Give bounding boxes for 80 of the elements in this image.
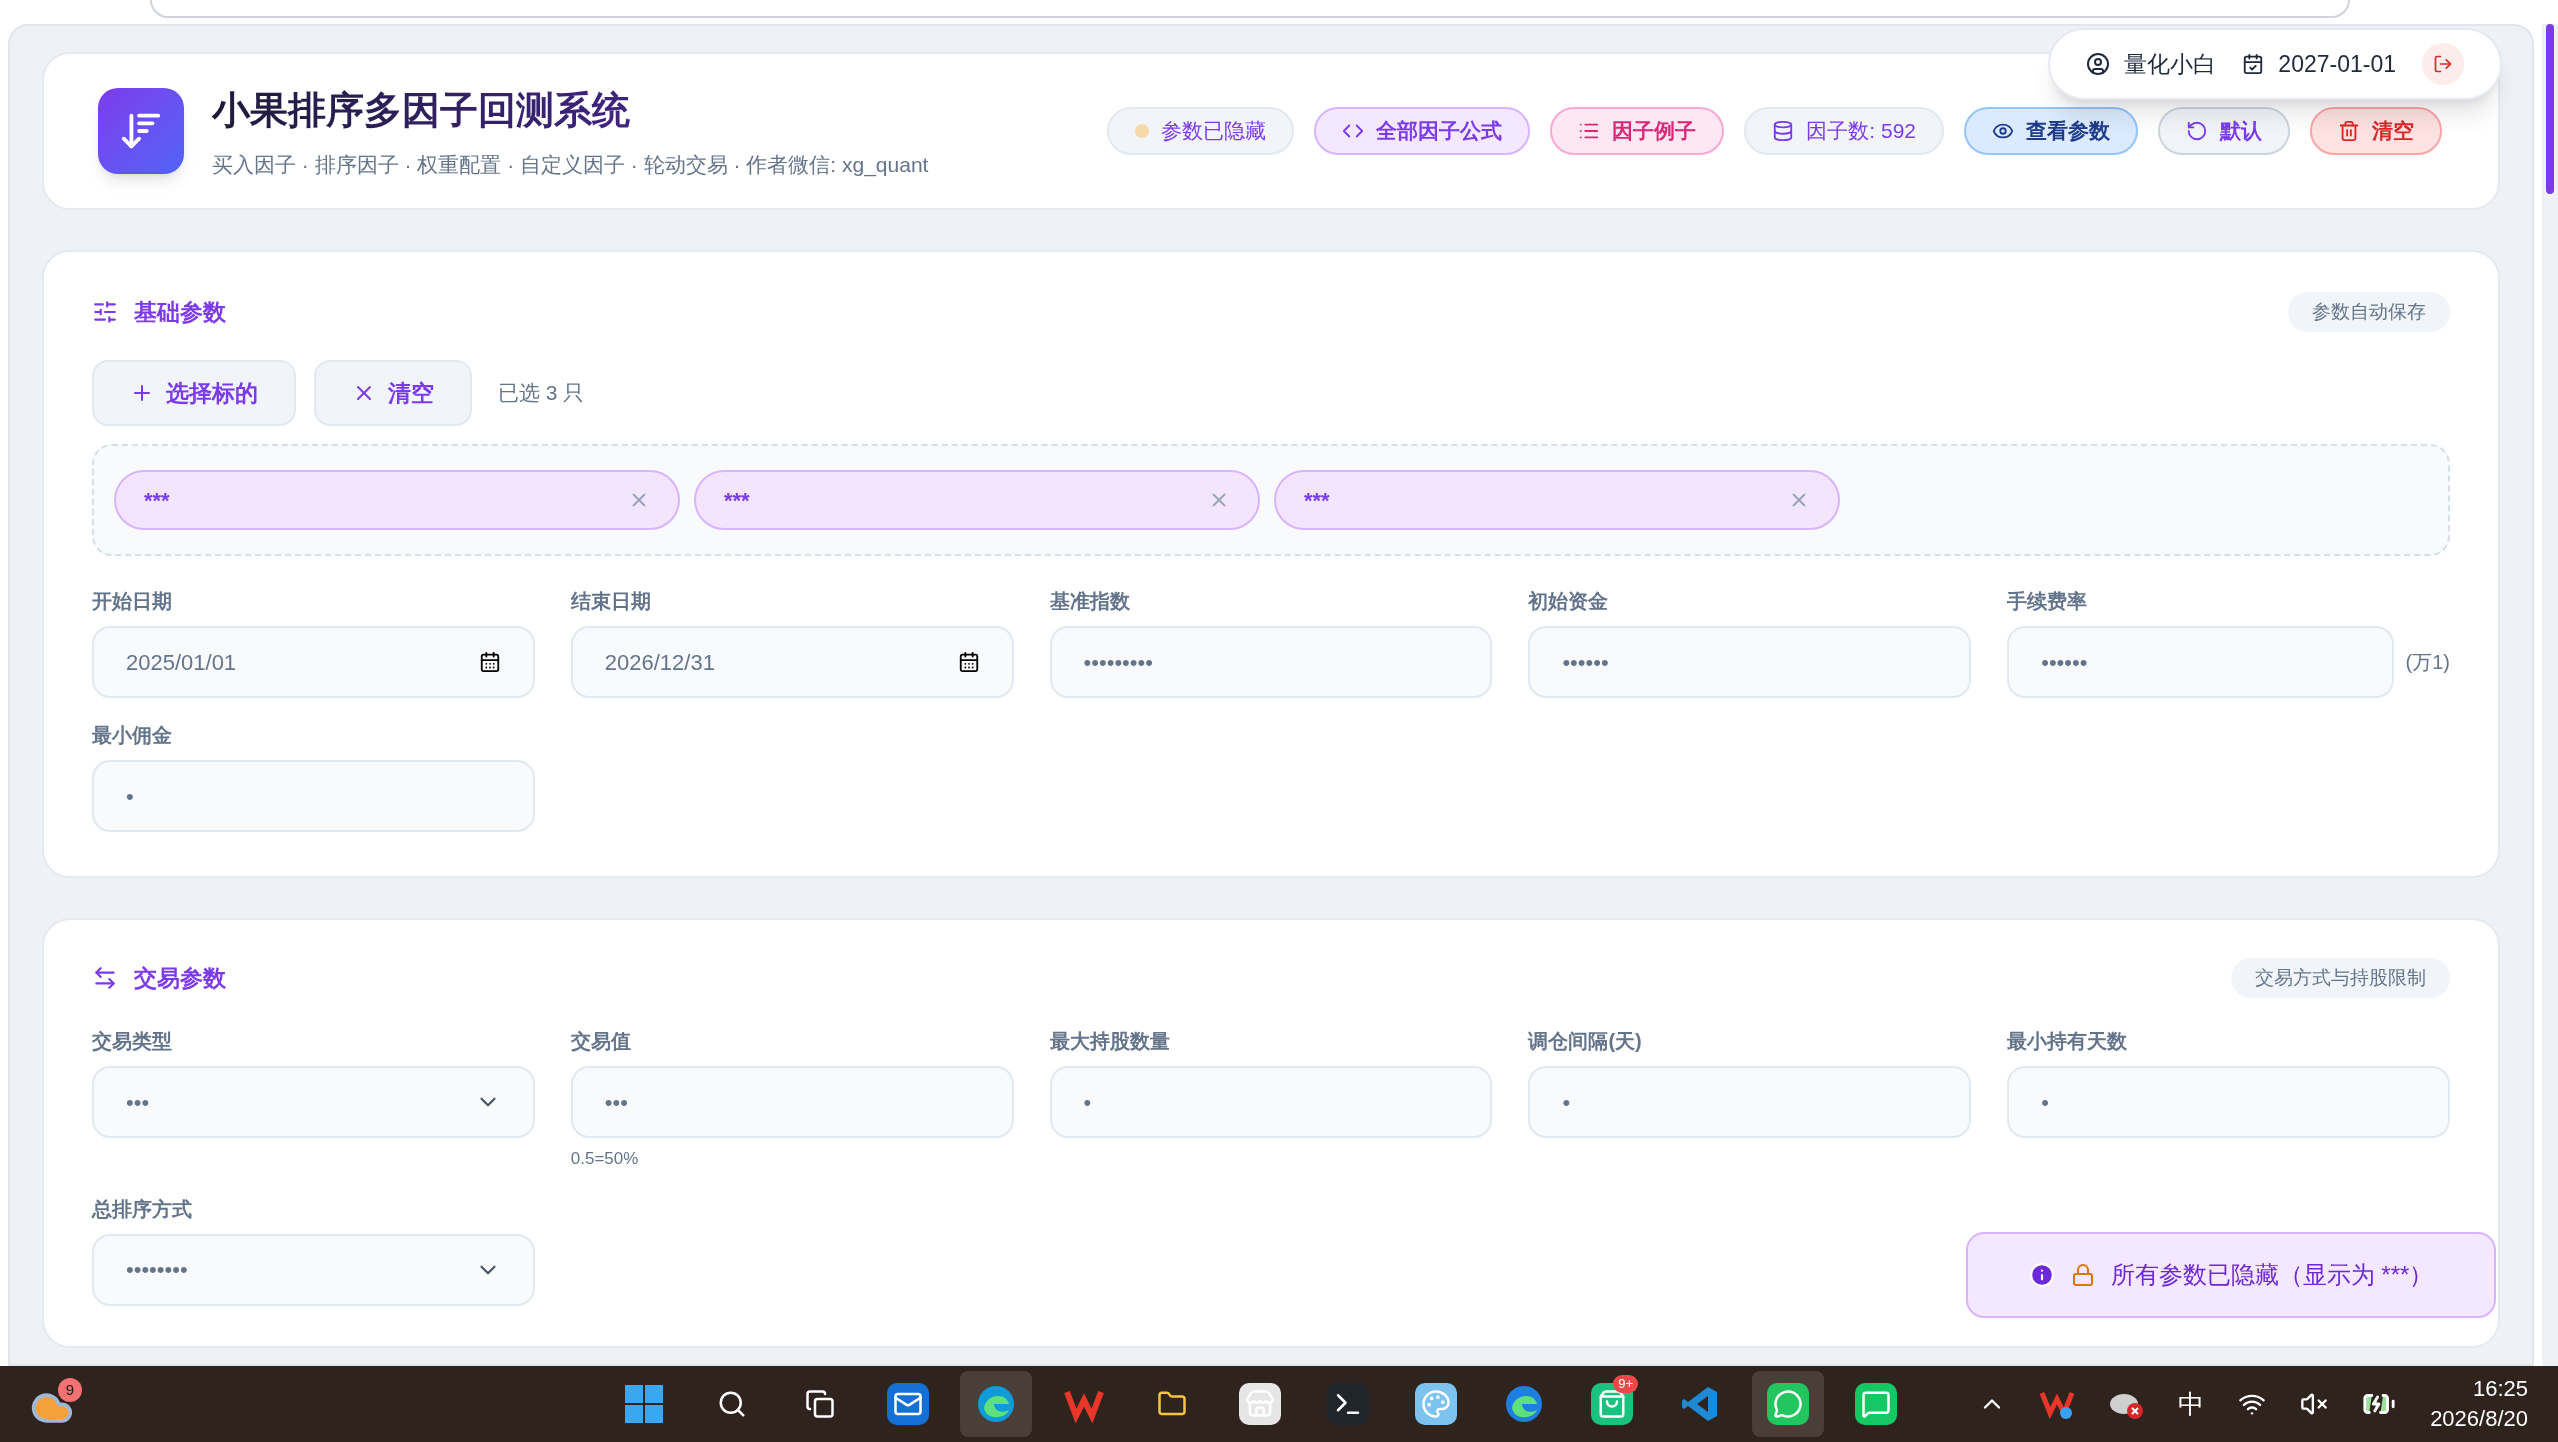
message-app-icon xyxy=(1861,1389,1892,1419)
input-field[interactable]: • xyxy=(2007,1066,2450,1138)
reset-icon xyxy=(2186,120,2208,142)
section-tag: 参数自动保存 xyxy=(2288,291,2450,333)
input-field[interactable]: •••••• xyxy=(1528,626,1972,698)
clock-time[interactable]: 16:25 xyxy=(2472,1374,2528,1404)
input-field[interactable]: • xyxy=(1528,1066,1972,1138)
clock-date[interactable]: 2026/8/20 xyxy=(2430,1404,2528,1434)
info-pill[interactable]: 因子数: 592 xyxy=(1744,107,1944,155)
select-target-button[interactable]: 选择标的 xyxy=(92,360,296,426)
store-app-icon xyxy=(1245,1389,1276,1419)
user-icon xyxy=(2086,52,2111,76)
input-field[interactable]: • xyxy=(92,760,535,832)
input-method[interactable]: 中 xyxy=(2178,1384,2205,1424)
browser-icon xyxy=(1504,1384,1545,1424)
input-field[interactable]: •••••• xyxy=(2007,626,2394,698)
calendar-icon xyxy=(478,651,501,673)
chat-app-icon xyxy=(1773,1389,1804,1419)
field-label: 调仓间隔(天) xyxy=(1528,1029,1643,1054)
field-label: 交易值 xyxy=(570,1029,632,1054)
wps-cloud-icon[interactable] xyxy=(2040,1389,2075,1419)
paint-app-icon xyxy=(1421,1389,1452,1419)
calendar-check-icon xyxy=(2242,53,2265,75)
calendar-icon xyxy=(957,651,980,673)
field-label: 最小佣金 xyxy=(92,723,173,748)
taskbar-app[interactable] xyxy=(1752,1371,1825,1437)
field-label: 交易类型 xyxy=(92,1029,173,1054)
logout-button[interactable] xyxy=(2422,43,2464,85)
taskbar-app[interactable]: 9+ xyxy=(1576,1371,1649,1437)
bag-app-icon xyxy=(1597,1389,1628,1419)
section-tag: 交易方式与持股限制 xyxy=(2231,957,2450,999)
input-field[interactable]: ••• xyxy=(570,1066,1014,1138)
notification-badge: 9 xyxy=(58,1378,82,1402)
field-label: 初始资金 xyxy=(1528,589,1610,614)
target-chip[interactable]: *** xyxy=(114,470,680,530)
field-label: 手续费率 xyxy=(2007,589,2089,614)
target-chip[interactable]: *** xyxy=(694,470,1260,530)
taskview-app-icon xyxy=(805,1389,836,1419)
user-date: 2027-01-01 xyxy=(2278,49,2396,79)
info-pill[interactable]: 参数已隐藏 xyxy=(1107,107,1295,155)
trash-icon xyxy=(2338,120,2360,142)
windows-logo-icon xyxy=(624,1384,665,1424)
weather-widget[interactable]: 9 xyxy=(30,1378,82,1430)
toast-message: 所有参数已隐藏（显示为 ***） xyxy=(2110,1260,2434,1290)
app-subtitle: 买入因子 · 排序因子 · 权重配置 · 自定义因子 · 轮动交易 · 作者微信: xg_quant xyxy=(212,151,929,179)
date-field[interactable]: 2025/01/01 xyxy=(92,626,535,698)
field-label: 开始日期 xyxy=(92,589,173,614)
browser-icon xyxy=(976,1384,1017,1424)
clear-button[interactable]: 清空 xyxy=(314,360,472,426)
header-button[interactable]: 查看参数 xyxy=(1964,107,2138,155)
header-button[interactable]: 因子例子 xyxy=(1550,107,1725,155)
unit-label: (万1) xyxy=(2405,650,2450,675)
section-title: 交易参数 xyxy=(134,963,226,993)
target-chip[interactable]: *** xyxy=(1274,470,1840,530)
swap-icon xyxy=(92,965,118,991)
section-title: 基础参数 xyxy=(134,297,226,327)
field-label: 最小持有天数 xyxy=(2007,1029,2129,1054)
field-label: 结束日期 xyxy=(570,589,652,614)
select-field[interactable]: ••• xyxy=(92,1066,535,1138)
field-label: 总排序方式 xyxy=(92,1196,193,1222)
taskbar-app[interactable] xyxy=(960,1371,1033,1437)
date-field[interactable]: 2026/12/31 xyxy=(570,626,1014,698)
field-hint: 0.5=50% xyxy=(570,1148,640,1170)
input-field[interactable]: ••••••••• xyxy=(1049,626,1493,698)
scrollbar[interactable] xyxy=(2542,24,2558,1366)
header-button[interactable]: 全部因子公式 xyxy=(1314,107,1531,155)
input-field[interactable]: • xyxy=(1049,1066,1493,1138)
info-icon xyxy=(2028,1262,2055,1288)
header-button[interactable]: 清空 xyxy=(2310,107,2442,155)
field-label: 最大持股数量 xyxy=(1049,1029,1171,1054)
logout-icon xyxy=(2433,54,2453,74)
header-button[interactable]: 默认 xyxy=(2158,107,2290,155)
user-name: 量化小白 xyxy=(2124,49,2217,79)
lock-icon xyxy=(2070,1263,2095,1287)
selected-count: 已选 3 只 xyxy=(498,380,585,407)
select-field[interactable]: •••••••• xyxy=(92,1233,535,1306)
field-label: 基准指数 xyxy=(1049,589,1131,614)
notification-badge: 9+ xyxy=(1613,1375,1639,1393)
sliders-icon xyxy=(92,299,118,325)
database-icon xyxy=(1772,120,1795,142)
